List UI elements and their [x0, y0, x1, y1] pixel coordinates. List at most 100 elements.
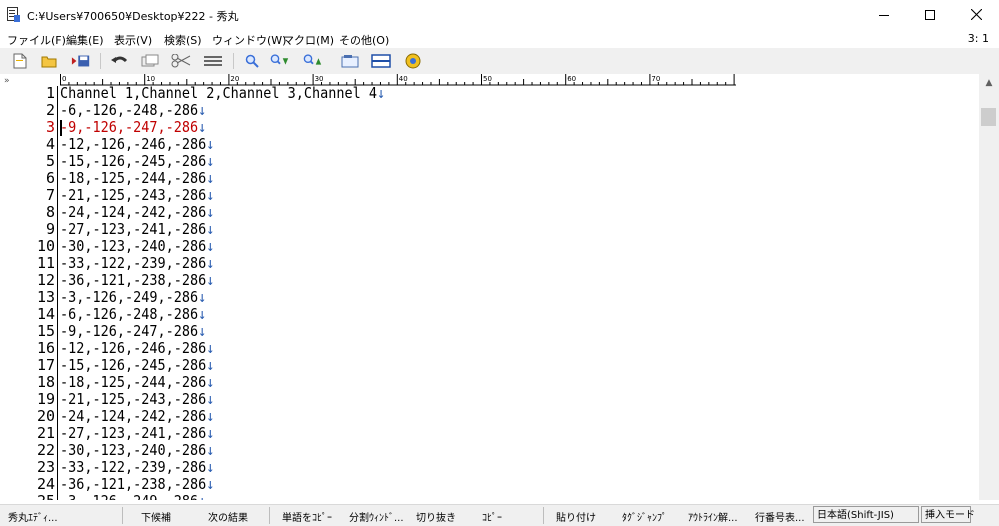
gutter-line	[57, 86, 58, 500]
menu-view[interactable]: 表示(V)	[114, 32, 152, 48]
menu-macro[interactable]: マクロ(M)	[283, 32, 334, 48]
toolbar	[0, 48, 999, 75]
menu-edit[interactable]: 編集(E)	[66, 32, 104, 48]
text-line[interactable]: -3,-126,-249,-286↓	[60, 492, 206, 501]
search-down-icon	[270, 54, 289, 65]
maximize-button[interactable]	[907, 0, 953, 29]
title-bar: C:¥Users¥700650¥Desktop¥222 - 秀丸	[0, 0, 999, 29]
text-line[interactable]: -21,-125,-243,-286↓	[60, 187, 214, 204]
line-text: -33,-122,-239,-286	[60, 254, 207, 272]
status-copy-word[interactable]: 単語をｺﾋﾟｰ	[282, 509, 332, 524]
text-line[interactable]: -15,-126,-245,-286↓	[60, 153, 214, 170]
text-line[interactable]: -9,-126,-247,-286↓	[60, 323, 206, 340]
menu-other[interactable]: その他(O)	[339, 32, 389, 48]
status-copy[interactable]: ｺﾋﾟｰ	[482, 509, 502, 524]
text-line[interactable]: -9,-126,-247,-286↓	[60, 119, 206, 136]
status-tag-jump[interactable]: ﾀｸﾞｼﾞｬﾝﾌﾟ	[622, 509, 667, 524]
vertical-scrollbar[interactable]: ▲	[979, 74, 999, 500]
minimize-button[interactable]	[861, 0, 907, 29]
status-outline[interactable]: ｱｳﾄﾗｲﾝ解...	[688, 509, 738, 524]
line-text: -12,-126,-246,-286	[60, 135, 207, 153]
copy-icon	[141, 54, 159, 67]
open-file-button[interactable]	[39, 52, 59, 70]
text-line[interactable]: -6,-126,-248,-286↓	[60, 102, 206, 119]
status-next-result[interactable]: 次の結果	[208, 509, 248, 524]
line-number: 17	[36, 356, 55, 374]
save-icon	[71, 55, 90, 67]
line-number: 8	[45, 203, 55, 221]
menu-window[interactable]: ウィンドウ(W)	[212, 32, 286, 48]
newline-mark-icon: ↓	[198, 101, 207, 119]
text-line[interactable]: -33,-122,-239,-286↓	[60, 255, 214, 272]
encoding-indicator[interactable]: 日本語(Shift-JIS)	[813, 506, 919, 523]
ruler-label: 70	[651, 75, 660, 83]
status-split-window[interactable]: 分割ｳｨﾝﾄﾞ...	[349, 509, 404, 524]
line-text: -6,-126,-248,-286	[60, 305, 199, 323]
undo-button[interactable]	[110, 52, 130, 70]
text-line[interactable]: -12,-126,-246,-286↓	[60, 136, 214, 153]
help-button[interactable]	[403, 52, 423, 70]
line-number: 24	[36, 475, 55, 493]
copy-button[interactable]	[140, 52, 160, 70]
text-line[interactable]: -27,-123,-241,-286↓	[60, 425, 214, 442]
line-number: 11	[36, 254, 55, 272]
clipboard-button[interactable]	[340, 52, 360, 70]
text-line[interactable]: -18,-125,-244,-286↓	[60, 170, 214, 187]
text-line[interactable]: -24,-124,-242,-286↓	[60, 204, 214, 221]
status-bar: 秀丸ｴﾃﾞｨ... 下候補 次の結果 単語をｺﾋﾟｰ 分割ｳｨﾝﾄﾞ... 切り…	[0, 504, 999, 526]
text-line[interactable]: -18,-125,-244,-286↓	[60, 374, 214, 391]
line-text: -18,-125,-244,-286	[60, 373, 207, 391]
text-line[interactable]: -3,-126,-249,-286↓	[60, 289, 206, 306]
menu-search[interactable]: 検索(S)	[164, 32, 202, 48]
line-text: -36,-121,-238,-286	[60, 475, 207, 493]
status-cut[interactable]: 切り抜き	[416, 509, 456, 524]
search-icon	[245, 54, 259, 68]
search-button[interactable]	[242, 52, 262, 70]
line-text: -12,-126,-246,-286	[60, 339, 207, 357]
search-down-button[interactable]	[270, 52, 290, 70]
text-line[interactable]: -36,-121,-238,-286↓	[60, 476, 214, 493]
status-app-button[interactable]: 秀丸ｴﾃﾞｨ...	[8, 509, 58, 524]
status-line-number[interactable]: 行番号表...	[755, 509, 805, 524]
status-paste[interactable]: 貼り付け	[556, 509, 596, 524]
ruler-label: 20	[230, 75, 239, 83]
text-line[interactable]: -12,-126,-246,-286↓	[60, 340, 214, 357]
close-icon	[970, 9, 982, 20]
line-text: -27,-123,-241,-286	[60, 424, 207, 442]
text-line[interactable]: -30,-123,-240,-286↓	[60, 238, 214, 255]
status-separator	[269, 507, 270, 524]
text-line[interactable]: Channel 1,Channel 2,Channel 3,Channel 4↓	[60, 85, 385, 102]
split-window-icon	[371, 54, 391, 68]
menu-file[interactable]: ファイル(F)	[7, 32, 66, 48]
scroll-up-button[interactable]: ▲	[979, 74, 999, 91]
text-line[interactable]: -6,-126,-248,-286↓	[60, 306, 206, 323]
newline-mark-icon: ↓	[206, 373, 215, 391]
paste-button[interactable]	[203, 52, 223, 70]
newline-mark-icon: ↓	[206, 135, 215, 153]
status-next-candidate[interactable]: 下候補	[141, 509, 171, 524]
insert-mode-indicator[interactable]: 挿入モード	[921, 506, 975, 523]
close-button[interactable]	[953, 0, 999, 29]
text-line[interactable]: -33,-122,-239,-286↓	[60, 459, 214, 476]
newline-mark-icon: ↓	[206, 271, 215, 289]
text-line[interactable]: -27,-123,-241,-286↓	[60, 221, 214, 238]
text-line[interactable]: -15,-126,-245,-286↓	[60, 357, 214, 374]
text-line[interactable]: -21,-125,-243,-286↓	[60, 391, 214, 408]
new-file-button[interactable]	[10, 52, 30, 70]
text-line[interactable]: -36,-121,-238,-286↓	[60, 272, 214, 289]
newline-mark-icon: ↓	[206, 152, 215, 170]
split-window-button[interactable]	[371, 52, 391, 70]
line-number: 6	[45, 169, 55, 187]
editor-area[interactable]: » 0 10 20 30 40 50 60 70 1 2 3 4 5 6 7 8 9 10 11 12 13 14 15 1…	[0, 74, 979, 500]
text-line[interactable]: -30,-123,-240,-286↓	[60, 442, 214, 459]
save-button[interactable]	[71, 52, 91, 70]
line-number: 10	[36, 237, 55, 255]
text-line[interactable]: -24,-124,-242,-286↓	[60, 408, 214, 425]
toolbar-separator	[233, 53, 234, 69]
scroll-thumb[interactable]	[981, 108, 996, 126]
cut-button[interactable]	[171, 52, 191, 70]
newline-mark-icon: ↓	[198, 492, 206, 501]
line-number: 18	[36, 373, 55, 391]
search-up-button[interactable]	[303, 52, 323, 70]
ruler-label: 0	[62, 75, 66, 83]
